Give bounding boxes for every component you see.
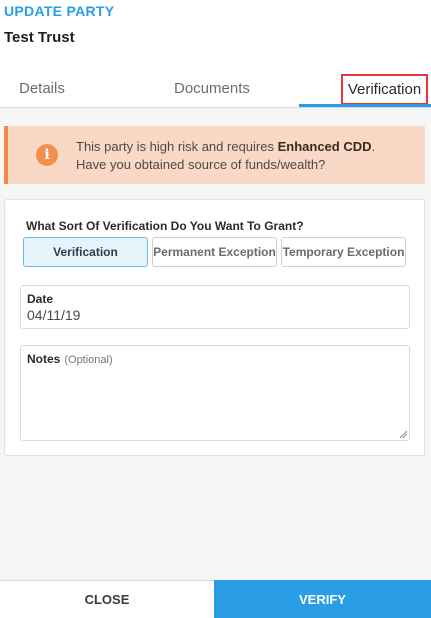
notes-field[interactable]: Notes (Optional) (20, 345, 410, 441)
page-eyebrow: UPDATE PARTY (4, 3, 115, 19)
alert-text-line2: Have you obtained source of funds/wealth… (76, 157, 326, 172)
date-field[interactable]: Date 04/11/19 (20, 285, 410, 329)
close-button[interactable]: CLOSE (0, 580, 214, 618)
risk-alert: i This party is high risk and requires E… (4, 126, 425, 184)
page-title: Test Trust (4, 29, 75, 46)
tab-verification[interactable]: Verification (341, 74, 428, 105)
notes-label: Notes (Optional) (27, 352, 113, 366)
option-temporary-exception-button[interactable]: Temporary Exception (281, 237, 406, 267)
tab-bar: Details Documents Verification (0, 60, 431, 108)
tab-documents[interactable]: Documents (174, 80, 250, 97)
info-icon: i (36, 144, 58, 166)
verification-form-card: What Sort Of Verification Do You Want To… (4, 199, 425, 456)
verification-question: What Sort Of Verification Do You Want To… (26, 219, 304, 233)
notes-optional-hint: (Optional) (64, 354, 113, 366)
footer-actions: CLOSE VERIFY (0, 580, 431, 618)
alert-text-bold: Enhanced CDD (277, 139, 372, 154)
page-header: UPDATE PARTY Test Trust (0, 0, 431, 60)
alert-text-after: . (371, 139, 376, 154)
option-permanent-exception-button[interactable]: Permanent Exception (152, 237, 277, 267)
date-value[interactable]: 04/11/19 (27, 307, 80, 323)
alert-text-before: This party is high risk and requires (76, 139, 278, 154)
date-label: Date (27, 292, 54, 306)
verify-button[interactable]: VERIFY (214, 580, 431, 618)
active-tab-indicator (299, 104, 431, 107)
resize-handle-icon[interactable] (399, 430, 407, 438)
alert-message: This party is high risk and requires Enh… (76, 138, 416, 174)
tab-details[interactable]: Details (19, 80, 65, 97)
notes-label-text: Notes (27, 352, 61, 366)
option-verification-button[interactable]: Verification (23, 237, 148, 267)
